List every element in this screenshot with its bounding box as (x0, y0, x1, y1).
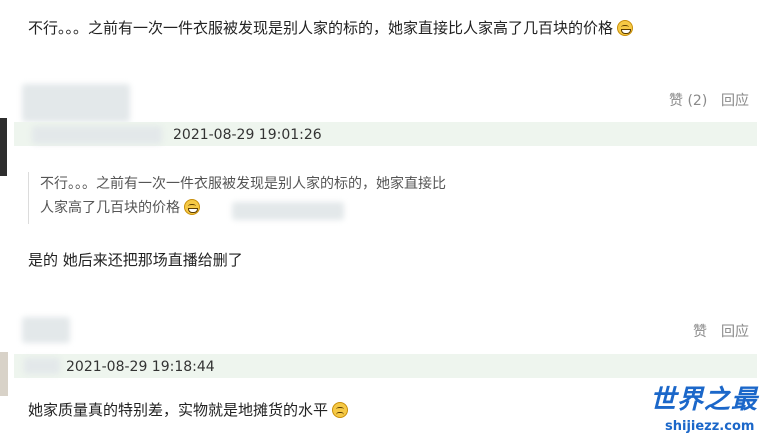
sad-face-icon (332, 402, 349, 418)
like-button[interactable]: 赞 (693, 323, 707, 341)
timestamp: 2021-08-29 19:01:26 (173, 127, 322, 143)
grinning-sweat-icon (617, 20, 634, 36)
reply-body: 她家质量真的特别差，实物就是地摊货的水平 (28, 400, 349, 420)
timestamp: 2021-08-29 19:18:44 (66, 359, 215, 375)
watermark-title: 世界之最 (650, 385, 759, 415)
username[interactable] (32, 126, 162, 144)
reply-button[interactable]: 回应 (721, 92, 749, 110)
watermark-url: shijiezz.com (665, 419, 755, 434)
reply-body-text: 她家质量真的特别差，实物就是地摊货的水平 (28, 401, 329, 419)
quote-line-1: 不行。。。之前有一次一件衣服被发现是别人家的标的，她家直接比 (40, 176, 446, 192)
avatar (22, 317, 70, 343)
quote-line-2-text: 人家高了几百块的价格 (40, 200, 180, 216)
reply-body: 是的 她后来还把那场直播给删了 (28, 251, 243, 269)
left-edge-marker (0, 352, 8, 396)
left-edge-marker (0, 118, 7, 176)
username[interactable] (24, 358, 60, 374)
avatar (22, 84, 130, 122)
like-button[interactable]: 赞 (2) (669, 92, 707, 110)
top-comment-body: 不行。。。之前有一次一件衣服被发现是别人家的标的，她家直接比人家高了几百块的价格 (28, 19, 614, 37)
quoted-username (232, 202, 344, 220)
top-comment-text: 不行。。。之前有一次一件衣服被发现是别人家的标的，她家直接比人家高了几百块的价格 (28, 18, 634, 38)
grinning-sweat-icon (184, 199, 200, 215)
reply-button[interactable]: 回应 (721, 323, 749, 341)
